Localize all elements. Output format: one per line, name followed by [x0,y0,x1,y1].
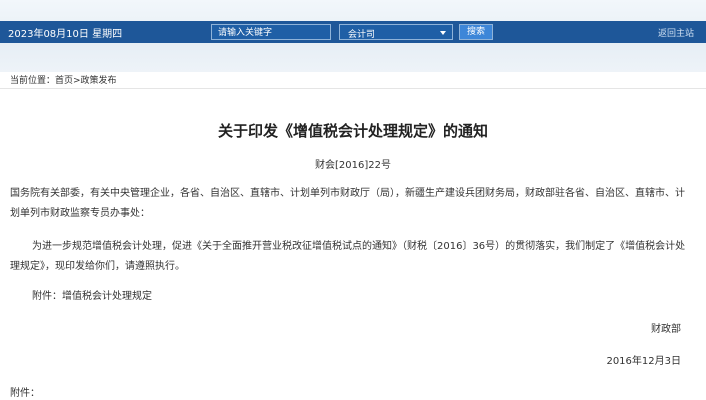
breadcrumb: 当前位置：首页>政策发布 [10,76,117,86]
return-home-link[interactable]: 返回主站 [658,26,694,39]
search-input[interactable]: 请输入关键字 [211,24,331,40]
attachment-note: 附件：增值税会计处理规定 [32,291,152,302]
search-button[interactable]: 搜索 [459,24,493,40]
issuer-signature: 财政部 [651,324,681,335]
body-paragraph: 为进一步规范增值税会计处理，促进《关于全面推开营业税改征增值税试点的通知》（财税… [10,241,686,272]
current-date: 2023年08月10日 星期四 [8,29,123,40]
chevron-down-icon [440,31,446,35]
issue-date: 2016年12月3日 [606,356,681,367]
article-title: 关于印发《增值税会计处理规定》的通知 [217,122,488,140]
department-select[interactable]: 会计司 [339,24,453,40]
document-number: 财会[2016]22号 [315,160,391,171]
top-bar: 2023年08月10日 星期四 请输入关键字 会计司 搜索 返回主站 [0,21,706,43]
recipients-paragraph: 国务院有关部委，有关中央管理企业，各省、自治区、直辖市、计划单列市财政厅（局），… [10,188,685,219]
attachment-label: 附件： [10,388,40,399]
divider [0,88,706,89]
select-value: 会计司 [348,30,376,40]
